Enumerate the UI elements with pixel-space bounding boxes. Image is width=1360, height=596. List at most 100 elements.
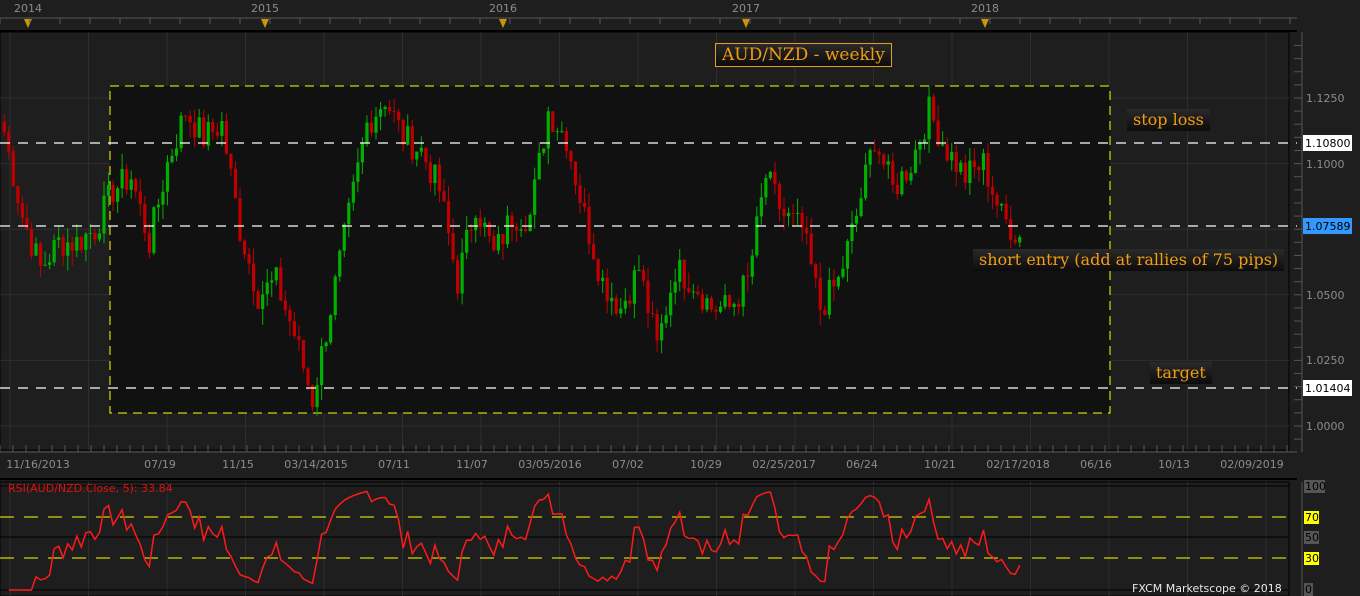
candle-body <box>324 342 328 347</box>
candle-body <box>1000 203 1004 206</box>
candle[interactable] <box>301 339 306 373</box>
candle-body <box>1009 219 1013 240</box>
price-tick: 1.0000 <box>1306 420 1345 433</box>
candle[interactable] <box>152 205 156 255</box>
candle-body <box>152 207 156 253</box>
candle-body <box>120 168 124 189</box>
candle-body <box>805 227 809 234</box>
candle-body <box>202 117 206 146</box>
rsi-tick: 30 <box>1305 552 1319 565</box>
candle-body <box>578 185 582 203</box>
candle-body <box>116 188 120 202</box>
candle-body <box>950 152 954 161</box>
candle-body <box>369 122 374 133</box>
candle-body <box>20 203 24 218</box>
candle-body <box>646 280 650 314</box>
candle[interactable] <box>528 212 532 232</box>
candle-body <box>333 276 337 316</box>
candle-body <box>38 243 43 266</box>
candle-body <box>415 151 419 160</box>
candle-body <box>936 120 940 146</box>
candle-body <box>900 171 904 195</box>
candle-body <box>959 162 963 173</box>
rsi-panel[interactable] <box>0 481 1290 596</box>
candle[interactable] <box>329 313 333 345</box>
date-label: 03/14/2015 <box>284 458 347 471</box>
candle-body <box>691 291 695 293</box>
candle-body <box>551 111 555 132</box>
date-label: 03/05/2016 <box>518 458 581 471</box>
candle-body <box>814 264 818 278</box>
candle-body <box>70 242 74 251</box>
date-label: 06/16 <box>1080 458 1112 471</box>
candle-body <box>841 268 845 277</box>
candle-body <box>338 250 342 277</box>
candle-body <box>909 173 913 181</box>
candle-body <box>301 339 306 369</box>
candle[interactable] <box>932 93 936 123</box>
candle-body <box>125 168 129 190</box>
candle-body <box>741 275 745 307</box>
candle-body <box>768 171 772 179</box>
date-label: 07/11 <box>378 458 410 471</box>
candle-body <box>596 259 600 281</box>
candle-body <box>351 181 355 203</box>
candle-body <box>383 106 387 110</box>
candle-body <box>836 276 840 287</box>
year-label: 2015 <box>251 2 279 15</box>
candle-body <box>664 315 668 324</box>
candle-body <box>410 126 414 160</box>
candle-body <box>882 154 886 165</box>
candle-body <box>238 198 242 241</box>
candle-body <box>188 115 192 123</box>
candle-body <box>854 216 859 224</box>
candle-body <box>714 309 718 312</box>
date-label: 02/17/2018 <box>986 458 1049 471</box>
candle-body <box>442 191 446 202</box>
rsi-tick: 70 <box>1305 511 1319 524</box>
candle-body <box>587 206 591 244</box>
candle-body <box>873 150 877 152</box>
candle-body <box>673 281 677 293</box>
copyright: FXCM Marketscope © 2018 <box>1132 582 1282 595</box>
candle-body <box>764 178 768 198</box>
year-label: 2017 <box>732 2 760 15</box>
candle[interactable] <box>11 145 15 187</box>
candle-body <box>524 229 528 232</box>
candle[interactable] <box>333 274 337 321</box>
candle-body <box>279 267 283 301</box>
candle-body <box>573 161 578 186</box>
candle-body <box>732 303 736 308</box>
candle-body <box>474 217 478 231</box>
candle-body <box>832 279 836 287</box>
candle-body <box>465 229 469 253</box>
candle[interactable] <box>410 120 414 164</box>
candle-body <box>990 186 995 195</box>
candle-body <box>619 308 623 314</box>
candle-body <box>184 115 188 117</box>
candle[interactable] <box>179 111 183 153</box>
candle[interactable] <box>256 288 260 310</box>
candle-body <box>678 259 682 282</box>
candle-body <box>374 116 378 133</box>
candle-body <box>533 179 537 215</box>
target-value: 1.01404 <box>1305 382 1351 395</box>
chart-canvas[interactable]: 2014 2015 2016 2017 2018 1.1250 1.1000 1.050… <box>0 0 1360 596</box>
candle[interactable] <box>551 111 555 133</box>
date-label: 02/25/2017 <box>752 458 815 471</box>
candle-body <box>25 217 29 229</box>
candle-body <box>492 236 496 251</box>
candle-body <box>206 121 210 146</box>
candle[interactable] <box>456 254 460 300</box>
candle-body <box>197 117 201 138</box>
candle-body <box>660 323 664 341</box>
candle-body <box>401 120 405 145</box>
candle-body <box>247 254 251 264</box>
candle-body <box>505 215 510 245</box>
year-label: 2016 <box>489 2 517 15</box>
candle-body <box>528 214 532 232</box>
date-label: 10/21 <box>924 458 956 471</box>
candle-body <box>968 160 972 183</box>
candle-body <box>242 240 247 255</box>
candle-body <box>796 212 800 214</box>
